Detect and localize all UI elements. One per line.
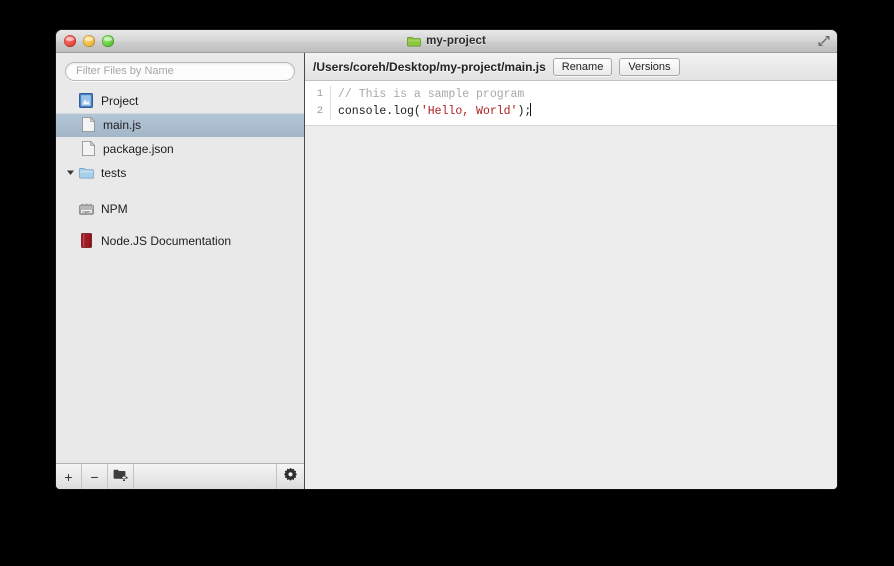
tree-item-label: package.json (103, 141, 174, 156)
code-token-plain: console.log( (338, 105, 421, 118)
tree-item-label: Project (101, 93, 139, 108)
plus-icon: + (64, 468, 73, 485)
tree-item-nodejs-documentation[interactable]: Node.JS Documentation (56, 229, 304, 253)
filter-bar (56, 53, 304, 87)
code-line: 1 // This is a sample program (305, 86, 837, 103)
action-menu-button[interactable] (276, 464, 304, 489)
tree-item-main-js[interactable]: main.js (56, 112, 304, 137)
tree-item-label: NPM (101, 201, 128, 216)
code-line: 2 console.log( 'Hello, World' ); (305, 103, 837, 120)
sidebar: Project main.js (56, 53, 305, 489)
tree-item-npm[interactable]: npm NPM (56, 197, 304, 221)
code-token-string: 'Hello, World' (420, 105, 518, 118)
file-path-text: /Users/coreh/Desktop/my-project/main.js (313, 59, 546, 74)
green-folder-icon (407, 36, 421, 47)
window-title-text: my-project (426, 35, 486, 47)
file-tree: Project main.js package.json tests npm N… (56, 87, 304, 464)
code-document[interactable]: 1 // This is a sample program 2 console.… (305, 81, 837, 126)
new-folder-icon (113, 468, 128, 486)
fullscreen-expand-icon[interactable] (816, 33, 832, 49)
red-book-icon (78, 233, 94, 249)
text-caret (530, 103, 532, 116)
project-blueprint-icon (78, 93, 94, 109)
code-token-comment: // This is a sample program (338, 88, 525, 101)
window-title-group: my-project (407, 35, 486, 47)
traffic-light-group (64, 35, 114, 47)
path-bar: /Users/coreh/Desktop/my-project/main.js … (305, 53, 837, 81)
npm-box-icon: npm (78, 201, 94, 217)
minus-icon: − (90, 468, 99, 485)
versions-button[interactable]: Versions (619, 57, 680, 76)
window-body: Project main.js (56, 53, 837, 489)
blue-folder-icon (78, 165, 94, 181)
application-window: my-project Filter Files by Name Project … (56, 30, 837, 489)
file-icon (80, 117, 96, 133)
sidebar-bottom-toolbar: + − (56, 463, 304, 489)
tree-item-label: main.js (103, 117, 142, 132)
tree-item-package-json[interactable]: package.json (56, 137, 304, 161)
tree-item-label: tests (101, 165, 127, 180)
gear-action-icon (283, 467, 298, 487)
code-token-plain: ); (517, 105, 532, 118)
remove-button[interactable]: − (82, 464, 108, 489)
close-button[interactable] (64, 35, 76, 47)
editor-pane: /Users/coreh/Desktop/my-project/main.js … (305, 53, 837, 489)
svg-text:npm: npm (82, 209, 91, 213)
code-editor-area[interactable]: 1 // This is a sample program 2 console.… (305, 81, 837, 489)
tree-item-tests[interactable]: tests (56, 161, 304, 185)
add-button[interactable]: + (56, 464, 82, 489)
new-folder-button[interactable] (108, 464, 134, 489)
line-number: 2 (305, 103, 331, 120)
rename-button-label: Rename (561, 60, 604, 73)
line-number: 1 (305, 86, 331, 103)
file-icon (80, 141, 96, 157)
tree-item-label: Node.JS Documentation (101, 233, 232, 248)
rename-button[interactable]: Rename (552, 57, 613, 76)
versions-button-label: Versions (628, 60, 671, 73)
chevron-down-icon[interactable] (64, 168, 76, 177)
tree-item-project[interactable]: Project (56, 89, 304, 113)
window-titlebar: my-project (56, 30, 837, 53)
filter-files-input[interactable] (65, 61, 295, 81)
zoom-button[interactable] (102, 35, 114, 47)
minimize-button[interactable] (83, 35, 95, 47)
